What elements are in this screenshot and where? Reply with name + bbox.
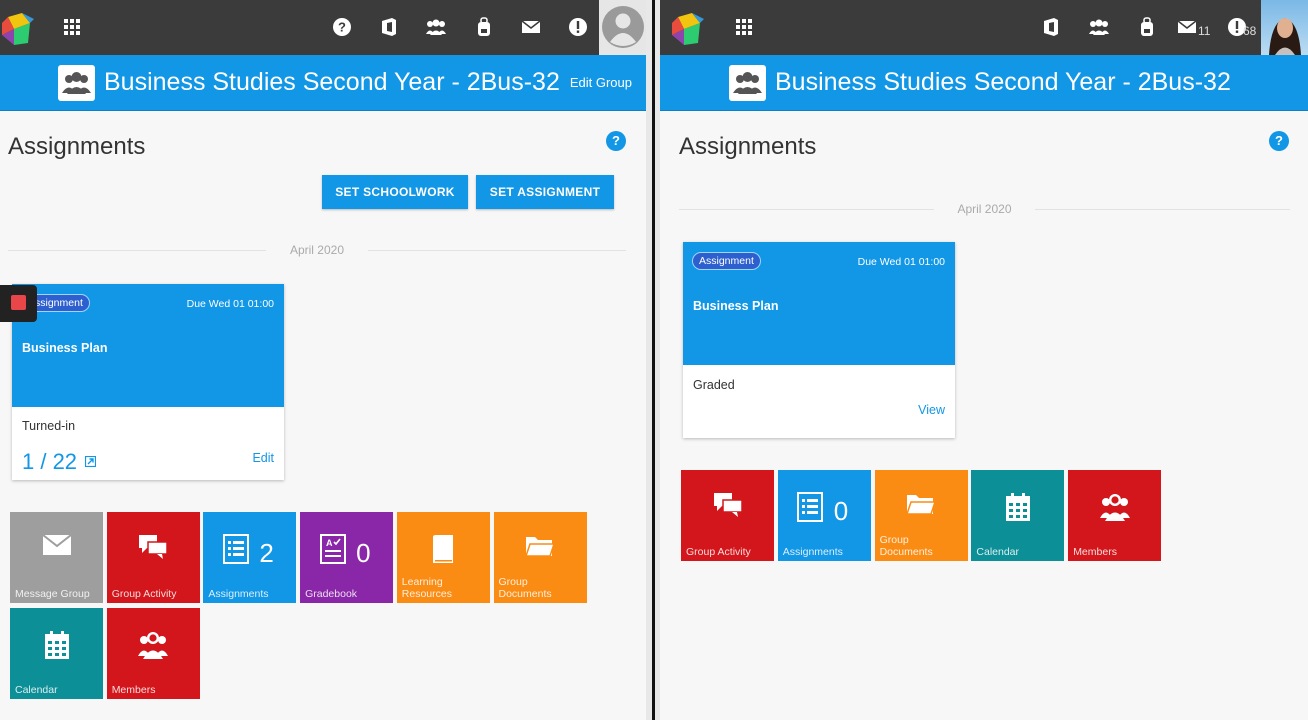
- assignment-card-header[interactable]: Assignment Due Wed 01 01:00 Business Pla…: [683, 242, 955, 365]
- edit-group-link[interactable]: Edit Group: [570, 75, 632, 90]
- backpack-icon[interactable]: [473, 16, 495, 38]
- tile-label: Message Group: [15, 588, 90, 600]
- groups-icon[interactable]: [1088, 16, 1110, 38]
- month-separator: April 2020: [679, 202, 1290, 216]
- teacher-view-pane: ? Business Studies Second Year - 2Bus-32…: [0, 0, 646, 720]
- assignment-card[interactable]: Assignment Due Wed 01 01:00 Business Pla…: [683, 242, 955, 438]
- tile-label: Assignments: [208, 588, 269, 600]
- book-icon: [397, 534, 490, 568]
- tile-gradebook[interactable]: 0 A Gradebook: [300, 512, 394, 603]
- assignment-title[interactable]: Business Plan: [22, 341, 107, 355]
- group-header: Business Studies Second Year - 2Bus-32: [660, 55, 1308, 111]
- tile-assignments[interactable]: 2 Assignments: [203, 512, 297, 603]
- split-divider[interactable]: [646, 0, 660, 720]
- assignment-status: Graded: [693, 378, 735, 392]
- assignment-status: Turned-in: [22, 419, 76, 433]
- mail-count: 11: [1198, 24, 1211, 38]
- help-circle-icon[interactable]: ?: [331, 16, 353, 38]
- mail-icon[interactable]: [520, 16, 542, 38]
- school-logo-icon[interactable]: [0, 9, 36, 45]
- month-separator: April 2020: [8, 243, 626, 257]
- tile-label: Members: [1073, 546, 1117, 558]
- tile-label: Members: [111, 684, 156, 696]
- tile-label: Group Documents: [879, 534, 933, 558]
- record-stop-icon: [11, 295, 26, 310]
- calendar-icon: [10, 630, 103, 664]
- user-avatar[interactable]: [599, 0, 646, 55]
- folder-icon: [494, 534, 587, 568]
- tile-members[interactable]: Members: [1068, 470, 1162, 561]
- external-link-icon[interactable]: [85, 456, 96, 467]
- tile-label: Calendar: [15, 684, 58, 696]
- chat-icon: [107, 534, 200, 568]
- office-icon[interactable]: [1040, 16, 1062, 38]
- page-title: Assignments: [679, 133, 817, 160]
- group-title: Business Studies Second Year - 2Bus-32: [104, 68, 560, 96]
- group-people-icon: [58, 65, 95, 101]
- turned-in-count[interactable]: 1 / 22: [22, 449, 77, 475]
- alert-count: 68: [1243, 24, 1257, 38]
- month-label: April 2020: [289, 243, 345, 257]
- list-icon: [189, 534, 282, 568]
- office-icon[interactable]: [378, 16, 400, 38]
- view-assignment-link[interactable]: View: [918, 403, 945, 417]
- calendar-icon: [971, 492, 1064, 526]
- edit-assignment-link[interactable]: Edit: [252, 451, 274, 465]
- record-button[interactable]: [0, 285, 37, 322]
- groups-icon[interactable]: [425, 16, 447, 38]
- tile-assignments[interactable]: 0 Assignments: [777, 470, 871, 561]
- help-button[interactable]: ?: [1269, 131, 1289, 151]
- tile-label: Group Activity: [686, 546, 751, 558]
- tile-calendar[interactable]: Calendar: [10, 608, 103, 699]
- tile-label: Learning Resources: [401, 576, 452, 600]
- user-avatar[interactable]: [1261, 0, 1308, 55]
- tile-members[interactable]: Members: [106, 608, 200, 699]
- tile-label: Group Activity: [111, 588, 177, 600]
- school-logo-icon[interactable]: [670, 9, 706, 45]
- due-date: Due Wed 01 01:00: [186, 298, 274, 310]
- members-icon: [107, 630, 200, 664]
- month-label: April 2020: [957, 202, 1012, 216]
- top-nav-bar: ?: [0, 0, 646, 55]
- backpack-icon[interactable]: [1136, 16, 1158, 38]
- tile-label: Calendar: [976, 546, 1020, 558]
- chat-icon: [681, 492, 774, 526]
- tile-group-activity[interactable]: Group Activity: [106, 512, 200, 603]
- help-button[interactable]: ?: [606, 131, 626, 151]
- gradebook-icon: A: [286, 534, 379, 568]
- list-icon: [764, 492, 857, 526]
- tile-message-group[interactable]: Message Group: [10, 512, 103, 603]
- envelope-icon: [10, 534, 103, 568]
- group-header: Business Studies Second Year - 2Bus-32 E…: [0, 55, 646, 111]
- tile-label: Assignments: [782, 546, 843, 558]
- tile-group-documents[interactable]: Group Documents: [874, 470, 968, 561]
- svg-text:?: ?: [338, 20, 346, 35]
- top-nav-bar: 11 68: [660, 0, 1308, 55]
- set-schoolwork-button[interactable]: SET SCHOOLWORK: [322, 175, 468, 209]
- tile-group-documents[interactable]: Group Documents: [493, 512, 587, 603]
- apps-grid-icon[interactable]: [64, 19, 80, 35]
- tile-label: Gradebook: [305, 588, 358, 600]
- svg-text:A: A: [326, 538, 333, 548]
- assignment-badge: Assignment: [692, 252, 761, 270]
- assignment-title[interactable]: Business Plan: [693, 299, 778, 313]
- set-assignment-button[interactable]: SET ASSIGNMENT: [476, 175, 614, 209]
- tile-label: Group Documents: [498, 576, 552, 600]
- folder-icon: [875, 492, 968, 526]
- page-title: Assignments: [8, 133, 146, 160]
- members-icon: [1068, 492, 1161, 526]
- apps-grid-icon[interactable]: [736, 19, 752, 35]
- student-view-pane: 11 68 Business Studies Second Year - 2Bu…: [660, 0, 1308, 720]
- tile-group-activity[interactable]: Group Activity: [681, 470, 774, 561]
- mail-icon[interactable]: [1176, 16, 1198, 38]
- due-date: Due Wed 01 01:00: [857, 256, 945, 268]
- alert-icon[interactable]: [567, 16, 589, 38]
- group-people-icon: [729, 65, 766, 101]
- group-title: Business Studies Second Year - 2Bus-32: [775, 68, 1231, 96]
- assignment-card[interactable]: Assignment Due Wed 01 01:00 Business Pla…: [12, 284, 284, 480]
- assignment-card-header[interactable]: Assignment Due Wed 01 01:00 Business Pla…: [12, 284, 284, 407]
- tile-calendar[interactable]: Calendar: [971, 470, 1065, 561]
- tile-learning-resources[interactable]: Learning Resources: [396, 512, 490, 603]
